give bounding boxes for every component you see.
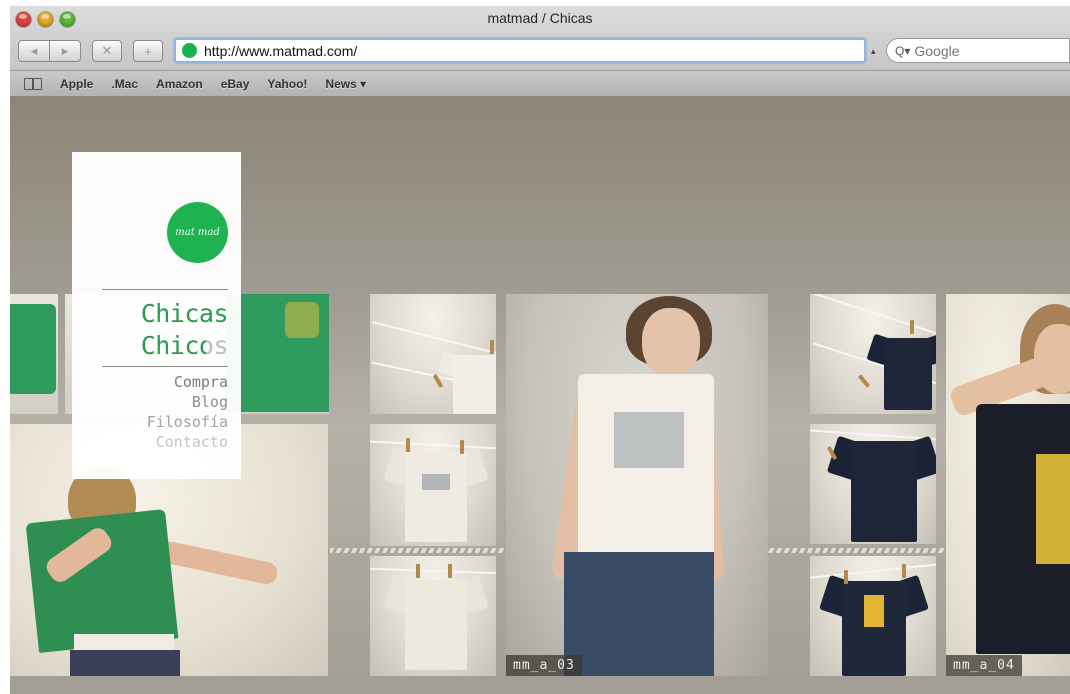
url-text[interactable]: http://www.matmad.com/ (204, 43, 357, 59)
photo-girl-white-shirt[interactable]: mm_a_03 (506, 294, 768, 676)
bookmark-ebay[interactable]: eBay (221, 77, 250, 91)
model-figure (946, 294, 1070, 676)
back-arrow-icon: ◂ (30, 43, 38, 58)
bookmark-mac[interactable]: .Mac (111, 77, 138, 91)
site-favicon-icon (182, 43, 197, 58)
back-button[interactable]: ◂ (18, 40, 50, 62)
nav-divider (102, 289, 228, 290)
hanging-shirt (383, 442, 489, 542)
plus-icon: + (144, 43, 152, 59)
photo-thumb[interactable] (810, 294, 936, 414)
nav-divider (102, 366, 228, 367)
add-bookmark-button[interactable]: + (133, 40, 163, 62)
logo-wordmark: mat mad (175, 227, 220, 238)
stop-icon: ✕ (101, 43, 113, 58)
nav-link-blog[interactable]: Blog (192, 392, 228, 412)
browser-chrome: matmad / Chicas ◂ ▸ ✕ + http://www.matma… (10, 6, 1070, 96)
bookmarks-book-icon[interactable] (24, 77, 42, 90)
browser-toolbar: ◂ ▸ ✕ + http://www.matmad.com/ ▴ Q▾ (10, 36, 1070, 68)
photo-girl-navy-shirt[interactable]: mm_a_04 (946, 294, 1070, 676)
hanging-shirt (819, 570, 929, 676)
photo-thumb[interactable] (10, 294, 58, 414)
window-title: matmad / Chicas (487, 10, 593, 26)
stop-button[interactable]: ✕ (92, 40, 122, 62)
forward-arrow-icon: ▸ (61, 43, 69, 58)
nav-link-filosofia[interactable]: Filosofía (147, 412, 228, 432)
photo-thumb[interactable] (370, 556, 496, 676)
address-bar[interactable]: http://www.matmad.com/ (174, 38, 866, 63)
title-bar: matmad / Chicas (10, 6, 1070, 34)
bookmark-news-menu[interactable]: News ▾ (325, 77, 366, 91)
bookmark-amazon[interactable]: Amazon (156, 77, 203, 91)
address-history-arrow-icon[interactable]: ▴ (871, 46, 876, 57)
hanging-shirt (383, 570, 489, 670)
hanging-shirt (826, 430, 936, 542)
bookmark-apple[interactable]: Apple (60, 77, 93, 91)
nav-link-compra[interactable]: Compra (174, 372, 228, 392)
search-icon[interactable]: Q▾ (895, 44, 910, 58)
forward-button[interactable]: ▸ (49, 40, 81, 62)
site-navigation-panel: mat mad Chicas Chicos Compra Blog Filoso… (72, 152, 241, 479)
hanging-shirt (866, 330, 936, 410)
bookmarks-bar: Apple .Mac Amazon eBay Yahoo! News ▾ (10, 70, 1070, 96)
search-field[interactable]: Q▾ (886, 38, 1070, 63)
photo-thumb[interactable] (370, 424, 496, 546)
photo-code-label: mm_a_03 (506, 655, 582, 676)
nav-link-contacto[interactable]: Contacto (156, 432, 228, 452)
photo-thumb[interactable] (810, 556, 936, 676)
model-figure (506, 294, 768, 676)
photo-code-label: mm_a_04 (946, 655, 1022, 676)
photo-thumb[interactable] (810, 424, 936, 544)
search-input[interactable] (914, 42, 1055, 59)
matmad-logo[interactable]: mat mad (167, 202, 228, 263)
bookmark-yahoo[interactable]: Yahoo! (267, 77, 307, 91)
hanging-shirt (436, 348, 496, 414)
page-viewport: mm_a_03 mm_a_04 mat mad Chicas Chicos Co… (10, 96, 1070, 694)
nav-link-chicos[interactable]: Chicos (141, 331, 229, 360)
nav-link-chicas[interactable]: Chicas (141, 299, 229, 328)
photo-thumb[interactable] (370, 294, 496, 414)
